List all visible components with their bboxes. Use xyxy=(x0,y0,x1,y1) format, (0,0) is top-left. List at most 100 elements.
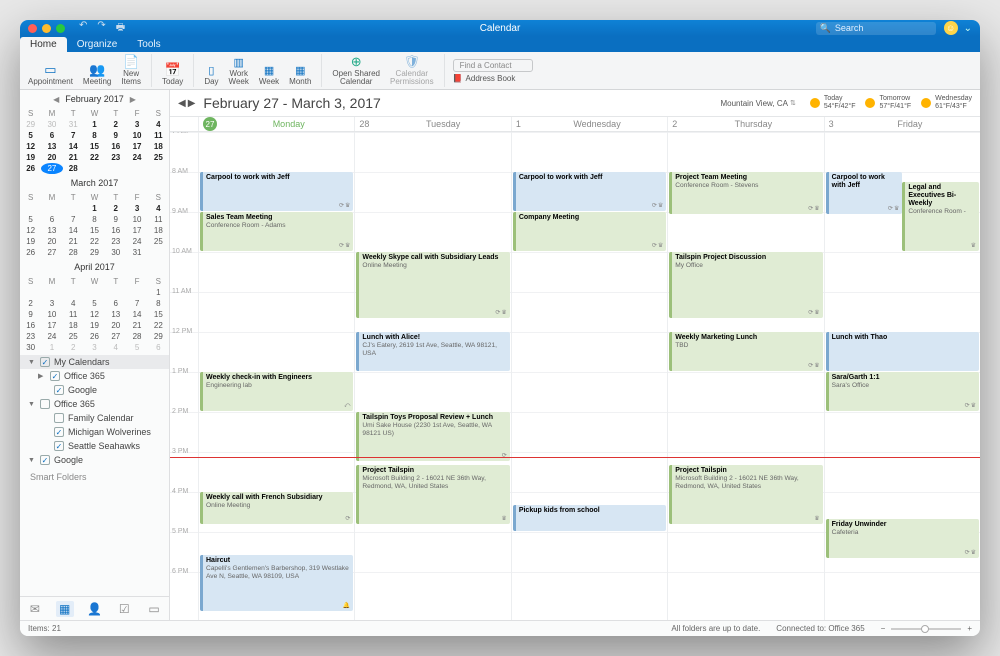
calendar-list: ▼✓My Calendars▶✓Office 365✓Google▼Office… xyxy=(20,353,169,466)
prev-month-button[interactable]: ◀ xyxy=(53,95,59,104)
calendar-event[interactable]: Company Meeting⟳♛ xyxy=(513,212,666,251)
calendar-checkbox[interactable]: ✓ xyxy=(54,427,64,437)
mail-nav-icon[interactable]: ✉ xyxy=(26,601,44,617)
today-button[interactable]: 📅Today xyxy=(160,60,185,87)
calendar-list-item[interactable]: Family Calendar xyxy=(20,411,169,425)
mini-calendar[interactable]: SMTWTFS123456789101112131415161718192021… xyxy=(20,192,169,258)
calendar-event[interactable]: Project Team MeetingConference Room - St… xyxy=(669,172,822,214)
day-header[interactable]: 1Wednesday xyxy=(511,117,667,131)
calendar-nav-icon[interactable]: ▦ xyxy=(56,601,74,617)
calendar-event[interactable]: Carpool to work with Jeff⟳♛ xyxy=(826,172,903,214)
month-view-button[interactable]: ▦Month xyxy=(287,64,313,87)
day-header[interactable]: 3Friday xyxy=(824,117,980,131)
calendar-event[interactable]: Lunch with Alice!CJ's Eatery, 2619 1st A… xyxy=(356,332,509,371)
calendar-checkbox[interactable]: ✓ xyxy=(40,357,50,367)
day-column[interactable]: Carpool to work with Jeff⟳♛Legal and Exe… xyxy=(824,132,980,620)
status-connection: Connected to: Office 365 xyxy=(776,624,864,633)
next-week-button[interactable]: ▶ xyxy=(188,98,196,109)
status-items: Items: 21 xyxy=(28,624,61,633)
day-column[interactable]: Carpool to work with Jeff⟳♛Sales Team Me… xyxy=(198,132,354,620)
tasks-nav-icon[interactable]: ☑ xyxy=(115,601,133,617)
zoom-in-icon[interactable]: + xyxy=(967,624,972,633)
calendar-permissions-button[interactable]: 🛡Calendar Permissions xyxy=(388,52,436,87)
feedback-icon[interactable]: ☺ xyxy=(944,21,958,35)
undo-icon[interactable]: ↶ xyxy=(79,20,87,37)
day-column[interactable]: Carpool to work with Jeff⟳♛Company Meeti… xyxy=(511,132,667,620)
calendar-event[interactable]: Carpool to work with Jeff⟳♛ xyxy=(513,172,666,211)
zoom-out-icon[interactable]: − xyxy=(881,624,886,633)
calendar-list-item[interactable]: ✓Seattle Seahawks xyxy=(20,439,169,453)
mini-calendar[interactable]: SMTWTFS293031123456789101112131415161718… xyxy=(20,108,169,174)
zoom-slider[interactable]: − + xyxy=(881,624,972,633)
calendar-event[interactable]: Carpool to work with Jeff⟳♛ xyxy=(200,172,353,211)
day-header[interactable]: 28Tuesday xyxy=(354,117,510,131)
print-icon[interactable]: 🖶 xyxy=(116,20,125,37)
calendar-event[interactable]: Pickup kids from school xyxy=(513,505,666,531)
notes-nav-icon[interactable]: ▭ xyxy=(145,601,163,617)
calendar-event[interactable]: Sara/Garth 1:1Sara's Office⟳♛ xyxy=(826,372,979,411)
calendar-event[interactable]: Lunch with Thao xyxy=(826,332,979,371)
calendar-event[interactable]: Weekly Marketing LunchTBD⟳♛ xyxy=(669,332,822,371)
new-appointment-button[interactable]: ▭Appointment xyxy=(26,60,75,87)
calendar-event[interactable]: Project TailspinMicrosoft Building 2 - 1… xyxy=(669,465,822,524)
workweek-view-button[interactable]: ▥Work Week xyxy=(227,56,251,87)
time-grid[interactable]: 7 AM8 AM9 AM10 AM11 AM12 PM1 PM2 PM3 PM4… xyxy=(170,132,980,620)
mini-calendar[interactable]: SMTWTFS123456789101112131415161718192021… xyxy=(20,276,169,353)
help-menu[interactable]: ⌄ xyxy=(964,23,972,34)
calendar-checkbox[interactable]: ✓ xyxy=(40,455,50,465)
search-input[interactable]: 🔍 Search xyxy=(816,22,936,35)
calendar-event[interactable]: HaircutCapelli's Gentlemen's Barbershop,… xyxy=(200,555,353,611)
smart-folders[interactable]: Smart Folders xyxy=(20,466,169,488)
date-range: February 27 - March 3, 2017 xyxy=(203,95,380,111)
calendar-event[interactable]: Project TailspinMicrosoft Building 2 - 1… xyxy=(356,465,509,524)
calendar-event[interactable]: Weekly check-in with EngineersEngineerin… xyxy=(200,372,353,411)
tab-organize[interactable]: Organize xyxy=(67,37,128,52)
redo-icon[interactable]: ↷ xyxy=(97,20,105,37)
weather-day[interactable]: Today54°F/42°F xyxy=(810,95,856,110)
calendar-list-item[interactable]: ▼✓My Calendars xyxy=(20,355,169,369)
week-view-button[interactable]: ▦Week xyxy=(257,64,281,87)
calendar-list-item[interactable]: ✓Michigan Wolverines xyxy=(20,425,169,439)
new-meeting-button[interactable]: 👥Meeting xyxy=(81,60,113,87)
calendar-event[interactable]: Sales Team MeetingConference Room - Adam… xyxy=(200,212,353,251)
shared-calendar-icon: ⊕ xyxy=(347,53,365,69)
calendar-list-item[interactable]: ▶✓Office 365 xyxy=(20,369,169,383)
maximize-window-icon[interactable] xyxy=(56,24,65,33)
calendar-checkbox[interactable]: ✓ xyxy=(54,441,64,451)
day-column[interactable]: Project Team MeetingConference Room - St… xyxy=(667,132,823,620)
day-header[interactable]: 27Monday xyxy=(198,117,354,131)
calendar-list-item[interactable]: ▼✓Google xyxy=(20,453,169,466)
close-window-icon[interactable] xyxy=(28,24,37,33)
ribbon-tabs: Home Organize Tools xyxy=(20,36,980,52)
calendar-checkbox[interactable]: ✓ xyxy=(50,371,60,381)
day-header[interactable]: 2Thursday xyxy=(667,117,823,131)
weather-day[interactable]: Tomorrow57°F/41°F xyxy=(865,95,911,110)
tab-tools[interactable]: Tools xyxy=(127,37,170,52)
calendar-checkbox[interactable] xyxy=(40,399,50,409)
day-column[interactable]: Weekly Skype call with Subsidiary LeadsO… xyxy=(354,132,510,620)
calendar-list-item[interactable]: ✓Google xyxy=(20,383,169,397)
calendar-event[interactable]: Weekly call with French SubsidiaryOnline… xyxy=(200,492,353,524)
open-shared-calendar-button[interactable]: ⊕Open Shared Calendar xyxy=(330,52,382,87)
weather-location[interactable]: Mountain View, CA⇅ xyxy=(720,99,795,108)
address-book-button[interactable]: 📕Address Book xyxy=(453,74,516,83)
prev-week-button[interactable]: ◀ xyxy=(178,98,186,109)
calendar-checkbox[interactable]: ✓ xyxy=(54,385,64,395)
day-headers: 27Monday28Tuesday1Wednesday2Thursday3Fri… xyxy=(170,116,980,132)
calendar-list-item[interactable]: ▼Office 365 xyxy=(20,397,169,411)
find-contact-input[interactable]: Find a Contact xyxy=(453,59,533,72)
people-nav-icon[interactable]: 👤 xyxy=(85,601,103,617)
new-items-button[interactable]: 📄New Items xyxy=(119,52,143,87)
calendar-event[interactable]: Tailspin Toys Proposal Review + LunchUmi… xyxy=(356,412,509,461)
next-month-button[interactable]: ▶ xyxy=(130,95,136,104)
day-view-button[interactable]: ▯Day xyxy=(202,64,220,87)
calendar-event[interactable]: Tailspin Project DiscussionMy Office⟳♛ xyxy=(669,252,822,318)
calendar-event[interactable]: Legal and Executives Bi-WeeklyConference… xyxy=(902,182,979,251)
weather-day[interactable]: Wednesday61°F/43°F xyxy=(921,95,972,110)
minimize-window-icon[interactable] xyxy=(42,24,51,33)
calendar-checkbox[interactable] xyxy=(54,413,64,423)
tab-home[interactable]: Home xyxy=(20,37,67,52)
mini-calendar-header: March 2017 xyxy=(20,174,169,192)
calendar-event[interactable]: Friday UnwinderCafeteria⟳♛ xyxy=(826,519,979,558)
calendar-event[interactable]: Weekly Skype call with Subsidiary LeadsO… xyxy=(356,252,509,318)
